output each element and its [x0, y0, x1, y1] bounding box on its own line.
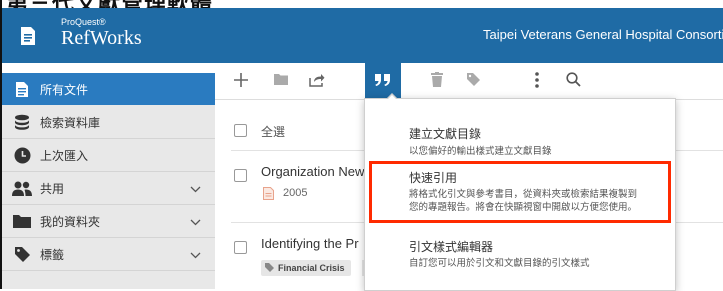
reference-title[interactable]: Organization New — [261, 164, 364, 179]
row-checkbox[interactable] — [234, 169, 247, 182]
sidebar-item-all-documents[interactable]: 所有文件 — [2, 73, 215, 105]
reference-title[interactable]: Identifying the Pr — [261, 236, 359, 251]
menu-item-title: 引文樣式編輯器 — [409, 240, 494, 254]
reference-year: 2005 — [283, 187, 308, 199]
search-button[interactable] — [555, 63, 591, 99]
menu-item-title: 建立文獻目錄 — [409, 127, 482, 141]
more-vertical-icon — [535, 71, 539, 91]
share-icon — [309, 73, 325, 90]
menu-item-create-bibliography[interactable]: 建立文獻目錄 以您偏好的輸出樣式建立文獻目錄 — [365, 99, 675, 161]
highlight-box — [369, 161, 671, 223]
chevron-down-icon[interactable] — [190, 248, 201, 262]
menu-item-citation-style-editor[interactable]: 引文樣式編輯器 自訂您可以用於引文和文獻目錄的引文樣式 — [365, 225, 675, 287]
sidebar-item-label: 檢索資料庫 — [40, 115, 101, 130]
chevron-down-icon[interactable] — [190, 182, 201, 196]
tag-button[interactable] — [455, 63, 491, 99]
brand-publisher: ProQuest® — [61, 17, 106, 27]
top-title-strip: 第三代文獻管理軟體 — [0, 0, 723, 8]
tag-icon — [12, 244, 32, 264]
menu-item-description: 自訂您可以用於引文和文獻目錄的引文樣式 — [409, 258, 590, 269]
select-all-checkbox[interactable] — [234, 124, 247, 137]
more-options-button[interactable] — [519, 63, 555, 99]
dropdown-pointer — [387, 95, 397, 100]
tag-chip[interactable]: Financial Crisis — [261, 260, 351, 276]
add-reference-button[interactable] — [223, 63, 259, 99]
sidebar-item-tags[interactable]: 標籤 — [2, 238, 215, 271]
top-title-text: 第三代文獻管理軟體 — [6, 0, 213, 8]
brand-name[interactable]: RefWorks — [61, 27, 142, 50]
database-icon — [12, 112, 32, 132]
folder-icon — [274, 74, 288, 88]
sidebar-item-shared[interactable]: 共用 — [2, 172, 215, 205]
select-all-label[interactable]: 全選 — [261, 123, 285, 140]
document-icon — [12, 79, 32, 99]
row-checkbox[interactable] — [234, 241, 247, 254]
toolbar — [215, 63, 723, 100]
search-icon — [565, 72, 581, 90]
sidebar-item-label: 上次匯入 — [40, 148, 89, 163]
sidebar-item-search-databases[interactable]: 檢索資料庫 — [2, 106, 215, 139]
sidebar-item-label: 標籤 — [40, 247, 65, 262]
share-button[interactable] — [299, 63, 335, 99]
menu-item-description: 以您偏好的輸出樣式建立文獻目錄 — [409, 146, 552, 157]
people-icon — [12, 178, 32, 198]
chevron-down-icon[interactable] — [190, 215, 201, 229]
delete-button[interactable] — [419, 63, 455, 99]
sidebar-item-my-folders[interactable]: 我的資料夾 — [2, 205, 215, 238]
sidebar: 所有文件 檢索資料庫 上次匯入 共用 我的資料夾 標籤 — [2, 73, 215, 289]
sidebar-item-label: 共用 — [40, 181, 65, 196]
tag-icon — [466, 72, 481, 90]
sidebar-item-label: 我的資料夾 — [40, 214, 101, 229]
tag-icon — [265, 262, 274, 274]
sidebar-item-last-imported[interactable]: 上次匯入 — [2, 139, 215, 172]
plus-icon — [233, 72, 249, 91]
tag-label: Financial Crisis — [278, 263, 345, 273]
clock-icon — [12, 145, 32, 165]
sidebar-item-label: 所有文件 — [40, 82, 89, 97]
add-to-folder-button[interactable] — [263, 63, 299, 99]
folder-icon — [12, 211, 32, 231]
trash-icon — [431, 72, 443, 90]
document-type-icon — [263, 187, 274, 203]
frame-border — [0, 0, 2, 289]
app-header: ProQuest® RefWorks Taipei Veterans Gener… — [2, 8, 723, 63]
refworks-logo-icon[interactable] — [20, 26, 36, 49]
quote-icon — [374, 73, 392, 90]
organization-name[interactable]: Taipei Veterans General Hospital Consort… — [483, 27, 723, 42]
